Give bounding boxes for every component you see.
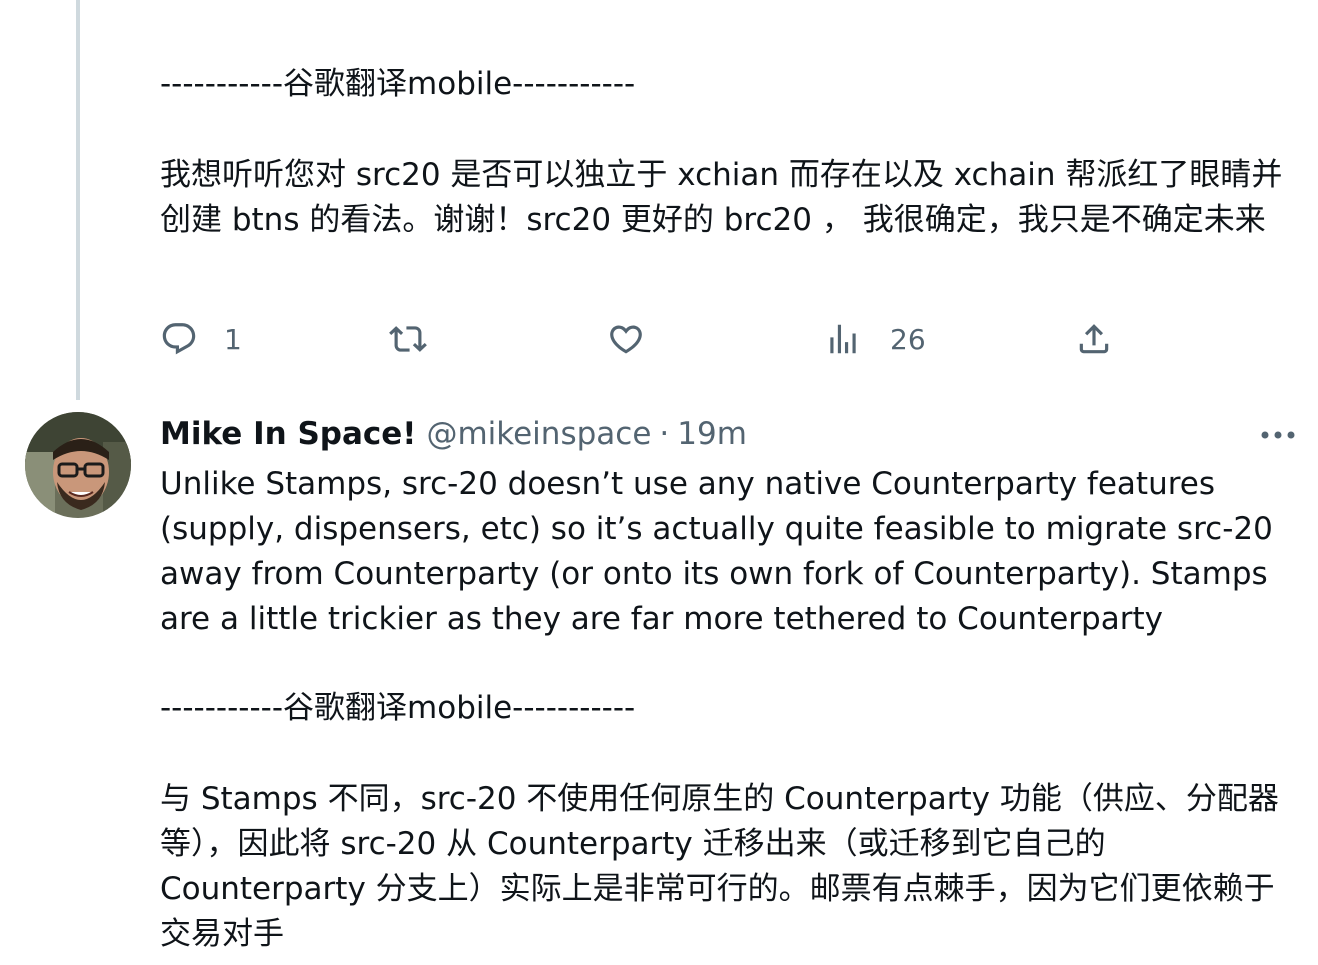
share-button[interactable] — [1075, 316, 1113, 362]
views-button[interactable]: 26 — [824, 316, 926, 362]
tweet1-translation-separator: -----------谷歌翻译mobile----------- — [160, 66, 636, 102]
tweet1-clipped-line: about the future — [160, 0, 414, 12]
tweet1-translation: 我想听听您对 src20 是否可以独立于 xchian 而存在以及 xchain… — [160, 157, 1283, 238]
display-name[interactable]: Mike In Space! — [160, 416, 416, 452]
tweet-thread: about the future -----------谷歌翻译mobile--… — [0, 0, 1318, 965]
more-options-icon — [1259, 429, 1297, 441]
retweet-icon — [389, 320, 427, 358]
reply-icon — [160, 320, 198, 358]
separator-dot: · — [659, 416, 670, 452]
reply-count: 1 — [224, 322, 242, 356]
avatar-photo — [25, 412, 131, 518]
tweet2-translation: 与 Stamps 不同，src-20 不使用任何原生的 Counterparty… — [160, 781, 1279, 952]
tweet2-body: Unlike Stamps, src-20 doesn’t use any na… — [160, 466, 1283, 637]
reply-button[interactable]: 1 — [160, 316, 242, 362]
tweet2-header: Mike In Space! @mikeinspace · 19m — [160, 410, 747, 458]
avatar[interactable] — [25, 412, 131, 518]
views-chart-icon — [824, 320, 862, 358]
share-icon — [1075, 320, 1113, 358]
retweet-button[interactable] — [389, 316, 427, 362]
tweet-timestamp[interactable]: 19m — [677, 416, 747, 452]
like-button[interactable] — [607, 316, 645, 362]
more-options-button[interactable] — [1258, 420, 1298, 450]
views-count: 26 — [890, 322, 926, 356]
user-handle[interactable]: @mikeinspace — [426, 416, 651, 452]
heart-icon — [607, 320, 645, 358]
tweet2-translation-separator: -----------谷歌翻译mobile----------- — [160, 690, 636, 726]
tweet1-action-bar: 1 26 — [0, 316, 1318, 362]
